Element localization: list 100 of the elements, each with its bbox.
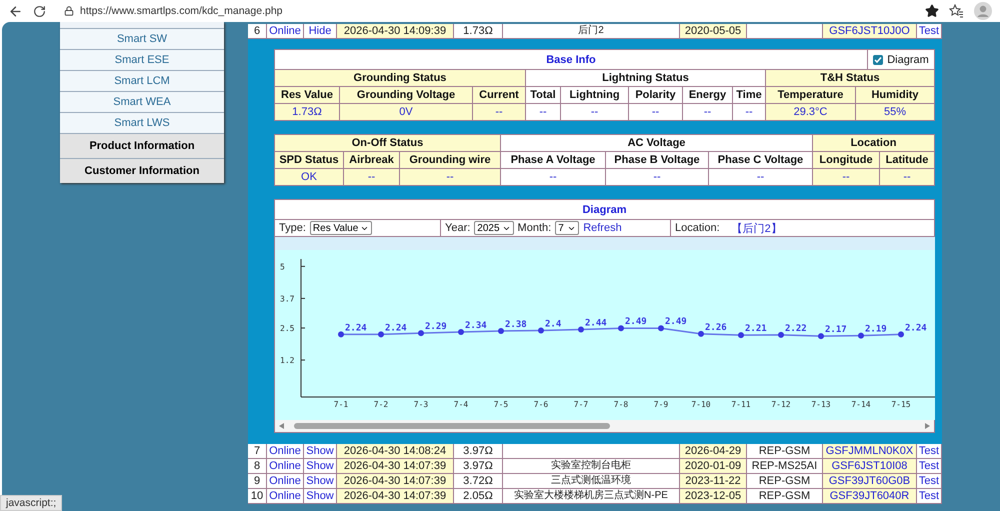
year-select[interactable]: 2025 (474, 221, 514, 235)
checkbox-label[interactable]: Diagram (887, 54, 929, 66)
column-header: Longitude (813, 152, 880, 169)
y-tick-label: 2.5 (280, 324, 294, 333)
model-cell: REP-GSM (747, 474, 823, 489)
data-point (658, 325, 664, 332)
toggle-link[interactable]: Show (304, 489, 337, 504)
time-cell: 2026-04-30 14:09:39 (337, 24, 454, 39)
checkbox[interactable] (873, 54, 884, 64)
location-label: Location: (675, 222, 720, 234)
x-tick-label: 7-3 (414, 400, 428, 409)
data-point (818, 333, 824, 340)
type-select[interactable]: Res Value (310, 221, 372, 235)
menu-item[interactable]: Smart LCM (60, 70, 224, 91)
y-tick-label: 5 (280, 262, 285, 272)
column-header: Humidity (856, 87, 935, 104)
reload-icon[interactable] (33, 4, 46, 18)
x-tick-label: 7-8 (614, 400, 628, 409)
data-label: 2.24 (385, 323, 407, 334)
column-header: Lightning (561, 87, 629, 104)
menu-item[interactable]: Smart WEA (60, 91, 224, 112)
model-cell: REP-GSM (747, 444, 823, 459)
data-point (898, 331, 904, 338)
date-cell: 2020-05-05 (680, 24, 747, 39)
toggle-link[interactable]: Show (304, 459, 337, 474)
menu-item[interactable]: Customer Information (60, 158, 224, 183)
data-label: 2.24 (905, 323, 927, 334)
status-text: javascript:; (0, 495, 62, 511)
horizontal-scrollbar[interactable] (275, 420, 934, 432)
time-cell: 2026-04-30 14:07:39 (337, 489, 454, 504)
model-cell: REP-GSM (747, 489, 823, 504)
data-label: 2.26 (705, 322, 727, 333)
data-point (498, 328, 504, 334)
test-link[interactable]: Test (917, 24, 942, 39)
test-link[interactable]: Test (917, 459, 942, 474)
status-link[interactable]: Online (267, 489, 304, 504)
value-cell: -- (733, 104, 766, 121)
group-header: Location (813, 135, 935, 152)
serial-link[interactable]: GSF6JST10J0O (823, 24, 917, 39)
scroll-left-icon[interactable] (279, 423, 284, 429)
status-link[interactable]: Online (267, 24, 304, 39)
value-cell: 55% (856, 104, 935, 121)
star-icon[interactable] (925, 4, 939, 18)
status-link[interactable]: Online (267, 459, 304, 474)
column-header: Time (733, 87, 766, 104)
data-label: 2.24 (345, 323, 367, 334)
back-icon[interactable] (8, 4, 23, 18)
time-cell: 2026-04-30 14:07:39 (337, 459, 454, 474)
toggle-link[interactable]: Hide (304, 24, 337, 39)
star-list-icon[interactable] (949, 4, 964, 18)
x-tick-label: 7-9 (654, 400, 668, 409)
model-cell: REP-MS25AI (747, 459, 823, 474)
type-label: Type: (279, 222, 306, 234)
resistance-cell: 2.05Ω (454, 489, 503, 504)
data-point (458, 328, 464, 335)
resistance-cell: 3.97Ω (454, 459, 503, 474)
value-cell: -- (629, 104, 683, 121)
serial-link[interactable]: GSF39JT6040R (823, 489, 917, 504)
value-cell: -- (606, 169, 709, 186)
test-link[interactable]: Test (917, 489, 942, 504)
month-select[interactable]: 7 (555, 221, 580, 235)
column-header: SPD Status (275, 152, 344, 169)
data-label: 2.29 (425, 322, 447, 332)
data-label: 2.17 (825, 325, 847, 336)
column-header: Phase B Voltage (606, 152, 709, 169)
row-number: 6 (248, 24, 267, 39)
test-link[interactable]: Test (917, 444, 942, 459)
test-link[interactable]: Test (917, 474, 942, 489)
data-label: 2.49 (625, 317, 647, 328)
x-tick-label: 7-14 (851, 400, 871, 409)
data-label: 2.34 (465, 320, 487, 331)
section-title: Base Info (275, 50, 868, 70)
column-header: Phase A Voltage (501, 152, 606, 169)
x-tick-label: 7-12 (771, 400, 791, 409)
menu-item[interactable]: Smart LWS (60, 112, 224, 133)
menu-item[interactable]: Product Information (60, 133, 224, 158)
data-point (778, 332, 784, 338)
toggle-link[interactable]: Show (304, 474, 337, 489)
status-link[interactable]: Online (267, 474, 304, 489)
value-cell: 1.73Ω (275, 104, 340, 121)
avatar-icon[interactable] (974, 2, 992, 20)
status-link[interactable]: Online (267, 444, 304, 459)
date-cell: 2020-01-09 (680, 459, 747, 474)
data-point (338, 331, 344, 338)
scroll-right-icon[interactable] (925, 423, 930, 429)
address-bar[interactable]: https://www.smartlps.com/kdc_manage.php (56, 1, 915, 21)
date-cell: 2023-12-05 (680, 489, 747, 504)
serial-link[interactable]: GSF39JT60G0B (823, 474, 917, 489)
menu-item[interactable]: Smart ESE (60, 49, 224, 70)
data-label: 2.49 (665, 317, 687, 328)
serial-link[interactable]: GSFJMMLN0K0X (823, 444, 917, 459)
serial-link[interactable]: GSF6JST10I08 (823, 459, 917, 474)
value-cell: 29.3°C (766, 104, 856, 121)
location-link[interactable]: 【后门2】 (732, 220, 782, 236)
toggle-link[interactable]: Show (304, 444, 337, 459)
y-tick-label: 1.2 (280, 356, 294, 366)
group-header: Lightning Status (526, 70, 766, 87)
x-tick-label: 7-5 (494, 400, 508, 409)
refresh-link[interactable]: Refresh (583, 222, 622, 234)
menu-item[interactable]: Smart SW (60, 28, 224, 49)
